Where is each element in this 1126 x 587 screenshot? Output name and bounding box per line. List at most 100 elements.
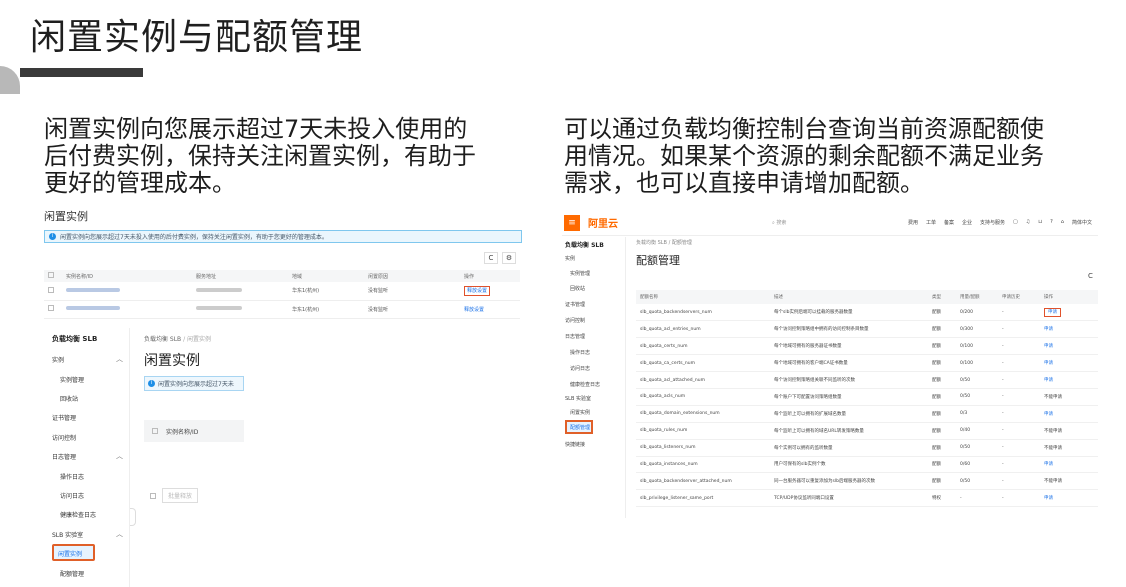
sidebar-item-recycle-bin[interactable]: 回收站 bbox=[570, 285, 585, 292]
help-icon[interactable]: ? bbox=[1050, 219, 1053, 226]
history-cell: - bbox=[998, 422, 1040, 440]
col-name: 实例名称/ID bbox=[62, 270, 192, 282]
sidebar-title: 负载均衡 SLB bbox=[565, 242, 604, 249]
usage-cell: - bbox=[956, 489, 998, 508]
history-cell: - bbox=[998, 439, 1040, 457]
instance-name-cell[interactable] bbox=[62, 282, 192, 301]
apply-link[interactable]: 申请 bbox=[1044, 327, 1053, 332]
nav-support[interactable]: 支持与服务 bbox=[980, 219, 1005, 226]
batch-release-button[interactable]: 批量释放 bbox=[162, 488, 199, 503]
zoom-page-title: 闲置实例 bbox=[144, 353, 200, 369]
home-icon[interactable]: ⌂ bbox=[1061, 219, 1064, 226]
select-all-checkbox[interactable] bbox=[48, 272, 54, 278]
sidebar-item-idle-instances[interactable]: 闲置实例 bbox=[570, 409, 590, 416]
usage-cell: 0/40 bbox=[956, 422, 998, 440]
release-settings-link[interactable]: 释放设置 bbox=[464, 286, 491, 297]
search-input[interactable]: ⌕ 搜索 bbox=[772, 219, 786, 226]
sidebar-item-access-control[interactable]: 访问控制 bbox=[52, 433, 76, 442]
apply-link[interactable]: 申请 bbox=[1044, 361, 1053, 366]
quota-name-cell: slb_quota_ca_certs_num bbox=[636, 354, 770, 373]
sidebar-item-access-log[interactable]: 访问日志 bbox=[570, 365, 590, 372]
nav-tickets[interactable]: 工单 bbox=[926, 219, 936, 226]
sidebar-item-operation-log[interactable]: 操作日志 bbox=[570, 349, 590, 356]
action-cell: 申请 bbox=[1040, 304, 1098, 322]
row-checkbox[interactable] bbox=[48, 286, 54, 293]
message-icon[interactable]: ▢ bbox=[1013, 219, 1018, 226]
action-cell: 释放设置 bbox=[460, 300, 520, 319]
row-checkbox[interactable] bbox=[48, 305, 54, 311]
description-cell: 每个账户下可配置访问策略组数量 bbox=[770, 388, 928, 406]
col-quota-name: 配额名称 bbox=[636, 290, 770, 304]
nav-enterprise[interactable]: 企业 bbox=[962, 219, 972, 226]
table-row: slb_quota_acl_entries_num 每个访问控制策略组中拥有的访问… bbox=[636, 320, 1098, 339]
sidebar-item-quota-management[interactable]: 配额管理 bbox=[565, 420, 593, 434]
apply-link[interactable]: 申请 bbox=[1044, 496, 1053, 501]
nav-billing[interactable]: 费用 bbox=[908, 219, 918, 226]
sidebar-item-access-log[interactable]: 访问日志 bbox=[60, 491, 84, 500]
quota-name-cell: slb_quota_acls_num bbox=[636, 388, 770, 406]
breadcrumb-current: 闲置实例 bbox=[187, 336, 212, 343]
description-cell: 用户可保有的slb实例个数 bbox=[770, 456, 928, 474]
description-cell: 每个地域可拥有的客户端CA证书数量 bbox=[770, 354, 928, 373]
sidebar-item-instance-management[interactable]: 实例管理 bbox=[60, 375, 84, 384]
nav-language[interactable]: 简体中文 bbox=[1072, 219, 1092, 226]
sidebar-item-health-check-log[interactable]: 健康检查日志 bbox=[570, 381, 600, 388]
sidebar-item-operation-log[interactable]: 操作日志 bbox=[60, 472, 84, 481]
usage-cell: 0/3 bbox=[956, 405, 998, 423]
sidebar-group-slb-lab[interactable]: SLB 实验室 bbox=[565, 395, 591, 402]
sidebar-item-quota-management[interactable]: 配额管理 bbox=[60, 569, 84, 578]
apply-link[interactable]: 申请 bbox=[1044, 412, 1053, 417]
sidebar-item-certificates[interactable]: 证书管理 bbox=[565, 301, 585, 308]
reason-cell: 没有监听 bbox=[364, 300, 460, 319]
sidebar-item-idle-instances[interactable]: 闲置实例 bbox=[52, 544, 95, 561]
col-action: 操作 bbox=[460, 270, 520, 282]
type-cell: 配额 bbox=[928, 422, 956, 440]
redacted-text bbox=[66, 287, 120, 292]
sidebar-item-recycle-bin[interactable]: 回收站 bbox=[60, 394, 78, 403]
sidebar-collapse-handle[interactable] bbox=[130, 508, 136, 526]
chevron-up-icon[interactable]: ︿ bbox=[116, 529, 123, 539]
sidebar-group-instance[interactable]: 实例 bbox=[52, 355, 64, 364]
breadcrumb: 负载均衡 SLB / 闲置实例 bbox=[144, 336, 212, 343]
release-settings-link[interactable]: 释放设置 bbox=[464, 307, 484, 313]
sidebar-item-certificates[interactable]: 证书管理 bbox=[52, 413, 76, 422]
chevron-up-icon[interactable]: ︿ bbox=[116, 451, 123, 461]
description-cell: 每个slb实例后端可以挂载的服务器数量 bbox=[770, 304, 928, 322]
refresh-button[interactable]: C bbox=[484, 252, 498, 264]
not-applicable-text: 不能申请 bbox=[1044, 479, 1062, 485]
type-cell: 配额 bbox=[928, 371, 956, 389]
sidebar-group-logs[interactable]: 日志管理 bbox=[52, 452, 76, 461]
quota-name-cell: slb_quota_backendservers_num bbox=[636, 304, 770, 322]
apply-link[interactable]: 申请 bbox=[1044, 378, 1053, 383]
breadcrumb-root[interactable]: 负载均衡 SLB bbox=[144, 336, 181, 343]
batch-select-checkbox[interactable] bbox=[150, 492, 156, 499]
type-cell: 配额 bbox=[928, 354, 956, 373]
action-cell: 不能申请 bbox=[1040, 422, 1098, 440]
nav-icp[interactable]: 备案 bbox=[944, 219, 954, 226]
apply-link[interactable]: 申请 bbox=[1044, 308, 1061, 318]
sidebar-item-instance-management[interactable]: 实例管理 bbox=[570, 270, 590, 277]
zoom-notice-text: 闲置实例向您展示超过7天未 bbox=[158, 381, 234, 388]
history-cell: - bbox=[998, 337, 1040, 356]
instance-name-cell[interactable] bbox=[62, 300, 192, 319]
refresh-button[interactable]: C bbox=[1088, 272, 1098, 282]
type-cell: 配额 bbox=[928, 439, 956, 457]
cart-icon[interactable]: ⊔ bbox=[1038, 219, 1042, 226]
apply-link[interactable]: 申请 bbox=[1044, 462, 1053, 467]
aliyun-logo[interactable]: 阿里云 bbox=[588, 215, 618, 230]
settings-button[interactable]: ⚙ bbox=[502, 252, 516, 264]
sidebar-item-health-check-log[interactable]: 健康检查日志 bbox=[60, 510, 96, 519]
sidebar-group-quick-links[interactable]: 快捷链接 bbox=[565, 441, 585, 448]
select-all-cell[interactable] bbox=[44, 270, 62, 282]
menu-icon[interactable]: ≡ bbox=[564, 214, 580, 231]
region-cell: 华东1(杭州) bbox=[288, 282, 364, 301]
bell-icon[interactable]: ♫ bbox=[1026, 219, 1030, 226]
sidebar-group-logs[interactable]: 日志管理 bbox=[565, 333, 585, 340]
apply-link[interactable]: 申请 bbox=[1044, 344, 1053, 349]
sidebar-group-slb-lab[interactable]: SLB 实验室 bbox=[52, 530, 83, 539]
sidebar-item-access-control[interactable]: 访问控制 bbox=[565, 317, 585, 324]
sidebar-group-instance[interactable]: 实例 bbox=[565, 255, 575, 262]
select-all-checkbox[interactable] bbox=[152, 428, 158, 434]
corner-decoration bbox=[0, 66, 20, 94]
chevron-up-icon[interactable]: ︿ bbox=[116, 354, 123, 364]
